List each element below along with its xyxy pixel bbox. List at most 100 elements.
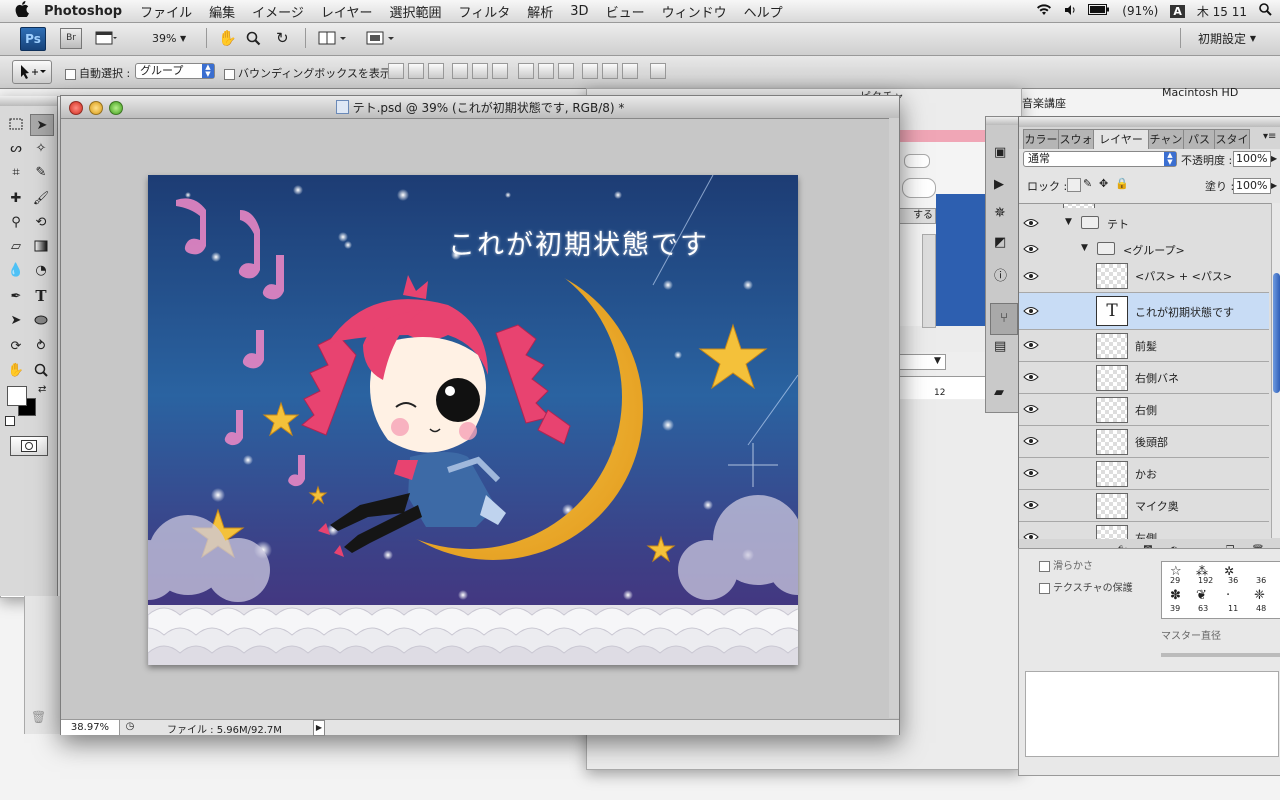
zoom-tool-button[interactable] bbox=[246, 29, 261, 47]
eyedropper-tool[interactable]: ✎ bbox=[30, 162, 52, 182]
eye-icon[interactable] bbox=[1023, 340, 1039, 350]
browser-scrollbar[interactable] bbox=[922, 234, 936, 328]
layers-scrollbar[interactable] bbox=[1271, 203, 1280, 538]
type-tool[interactable]: T bbox=[30, 286, 52, 306]
opacity-slider-arrow[interactable]: ▶ bbox=[1271, 154, 1277, 163]
lock-image-icon[interactable]: ✎ bbox=[1083, 177, 1092, 190]
foreground-color-swatch[interactable] bbox=[7, 386, 27, 406]
action-button[interactable]: する bbox=[898, 208, 936, 224]
brushes-panel-icon[interactable]: ⑂ bbox=[990, 303, 1018, 335]
layer-row-text-selected[interactable]: T これが初期状態です bbox=[1019, 293, 1269, 330]
eye-icon[interactable] bbox=[1023, 500, 1039, 510]
dock-header[interactable] bbox=[986, 117, 1019, 125]
clone-stamp-tool[interactable]: ⚲ bbox=[5, 212, 27, 232]
tab-color[interactable]: カラー bbox=[1023, 129, 1059, 150]
fill-input[interactable]: 100% bbox=[1233, 178, 1271, 194]
blur-tool[interactable]: 💧 bbox=[5, 260, 27, 280]
menu-help[interactable]: ヘルプ bbox=[744, 2, 783, 21]
align-vcenter-button[interactable] bbox=[408, 63, 424, 79]
apple-menu-icon[interactable] bbox=[0, 1, 44, 21]
path-selection-tool[interactable]: ➤ bbox=[5, 310, 27, 330]
blend-mode-dropdown[interactable]: 通常 ▲ ▼ bbox=[1023, 151, 1177, 167]
zoom-tool[interactable] bbox=[30, 360, 52, 380]
eye-icon[interactable] bbox=[1023, 244, 1039, 254]
arrange-documents-button[interactable] bbox=[318, 29, 348, 47]
menu-filter[interactable]: フィルタ bbox=[459, 2, 511, 21]
align-right-button[interactable] bbox=[492, 63, 508, 79]
tool-preset-picker[interactable] bbox=[12, 60, 52, 84]
layer-row-right-side[interactable]: 右側 bbox=[1019, 394, 1269, 426]
menu-analysis[interactable]: 解析 bbox=[527, 2, 553, 21]
brush-texture-icon[interactable]: ❈ bbox=[1254, 588, 1265, 603]
tab-paths[interactable]: パス bbox=[1183, 129, 1215, 150]
zoom-level-dropdown[interactable]: 39% ▼ bbox=[152, 29, 186, 47]
expand-triangle-icon[interactable]: ▼ bbox=[1081, 243, 1088, 253]
vertical-scroll-area[interactable] bbox=[889, 118, 899, 718]
tab-layers[interactable]: レイヤー bbox=[1093, 129, 1149, 150]
screen-mode-button[interactable] bbox=[366, 29, 396, 47]
distribute-left-button[interactable] bbox=[582, 63, 598, 79]
eye-icon[interactable] bbox=[1023, 468, 1039, 478]
eye-icon[interactable] bbox=[1023, 532, 1039, 539]
tab-swatches[interactable]: スウォ bbox=[1058, 129, 1094, 150]
smoothing-option[interactable]: 滑らかさ bbox=[1039, 557, 1093, 572]
battery-icon[interactable] bbox=[1088, 4, 1110, 18]
layers-scroll-thumb[interactable] bbox=[1273, 273, 1280, 393]
panel-group-header[interactable] bbox=[1019, 117, 1280, 127]
menu-3d[interactable]: 3D bbox=[570, 4, 588, 19]
app-menu[interactable]: Photoshop bbox=[44, 4, 122, 19]
lasso-tool[interactable]: ᔕ bbox=[5, 138, 27, 158]
quick-mask-button[interactable] bbox=[10, 436, 48, 456]
align-hcenter-button[interactable] bbox=[472, 63, 488, 79]
status-menu-arrow[interactable]: ▶ bbox=[313, 720, 325, 736]
lock-transparency-button[interactable] bbox=[1067, 178, 1081, 192]
dodge-tool[interactable]: ◔ bbox=[30, 260, 52, 280]
distribute-top-button[interactable] bbox=[518, 63, 534, 79]
auto-select-checkbox[interactable]: 自動選択 : bbox=[65, 65, 130, 81]
layers-list[interactable]: ▼ テト ▼ <グループ> <パス> + <パス> T これが初期状態です 前髪 bbox=[1019, 203, 1271, 539]
eye-icon[interactable] bbox=[1023, 372, 1039, 382]
lock-position-icon[interactable]: ✥ bbox=[1099, 177, 1108, 190]
layer-row-mic-back[interactable]: マイク奥 bbox=[1019, 490, 1269, 522]
swap-colors-icon[interactable]: ⇄ bbox=[38, 384, 46, 395]
lock-all-icon[interactable]: 🔒 bbox=[1115, 177, 1129, 190]
opacity-input[interactable]: 100% bbox=[1233, 151, 1271, 167]
hand-tool[interactable]: ✋ bbox=[5, 360, 27, 380]
actions-panel-icon[interactable]: ▶ bbox=[994, 177, 1012, 195]
bridge-launch-button[interactable]: Br bbox=[60, 28, 82, 49]
menu-select[interactable]: 選択範囲 bbox=[390, 2, 442, 21]
layer-row-back-head[interactable]: 後頭部 bbox=[1019, 426, 1269, 458]
hand-tool-button[interactable]: ✋ bbox=[218, 29, 237, 47]
eraser-tool[interactable]: ▱ bbox=[5, 236, 27, 256]
layer-row-bangs[interactable]: 前髪 bbox=[1019, 330, 1269, 362]
healing-brush-tool[interactable]: ✚ bbox=[5, 188, 27, 208]
tab-styles[interactable]: スタイ bbox=[1214, 129, 1250, 150]
layer-row-left-side[interactable]: 左側 bbox=[1019, 522, 1269, 539]
view-extras-button[interactable] bbox=[95, 29, 117, 47]
status-info-icon[interactable]: ◷ bbox=[123, 721, 137, 733]
3d-orbit-tool[interactable]: ⥁ bbox=[30, 336, 52, 356]
default-colors-icon[interactable] bbox=[5, 416, 15, 426]
menu-edit[interactable]: 編集 bbox=[209, 2, 235, 21]
protect-texture-option[interactable]: テクスチャの保護 bbox=[1039, 579, 1133, 594]
pen-tool[interactable]: ✒ bbox=[5, 286, 27, 306]
align-bottom-button[interactable] bbox=[428, 63, 444, 79]
expand-triangle-icon[interactable]: ▼ bbox=[1065, 217, 1072, 227]
protect-texture-checkbox[interactable] bbox=[1039, 582, 1050, 594]
menubar-clock[interactable]: 木 15 11 bbox=[1197, 3, 1247, 20]
zoom-percentage-field[interactable]: 38.97% bbox=[61, 720, 120, 735]
3d-rotate-tool[interactable]: ⟳ bbox=[5, 336, 27, 356]
notes-panel-icon[interactable]: ▰ bbox=[994, 385, 1012, 403]
ellipse-tool[interactable] bbox=[30, 310, 52, 330]
auto-select-check[interactable] bbox=[65, 68, 76, 80]
document-canvas[interactable]: これが初期状態です bbox=[148, 175, 798, 665]
eye-icon[interactable] bbox=[1023, 306, 1039, 316]
gradient-tool[interactable] bbox=[30, 236, 52, 256]
move-tool[interactable]: ➤ bbox=[30, 114, 54, 136]
spotlight-search-icon[interactable] bbox=[1259, 3, 1272, 19]
menu-window[interactable]: ウィンドウ bbox=[662, 2, 727, 21]
wifi-icon[interactable] bbox=[1036, 3, 1052, 19]
history-brush-tool[interactable]: ⟲ bbox=[30, 212, 52, 232]
brush-leaf-icon[interactable]: ❦ bbox=[1196, 588, 1207, 603]
menu-image[interactable]: イメージ bbox=[252, 2, 304, 21]
